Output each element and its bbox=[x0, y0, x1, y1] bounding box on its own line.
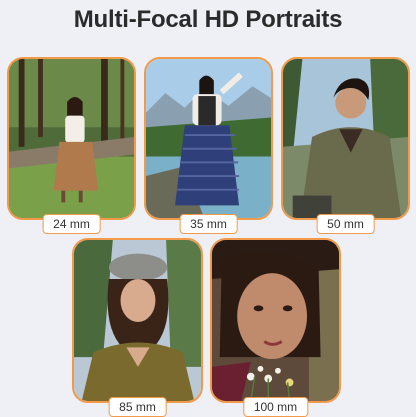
portrait-tile-35mm[interactable]: 35 mm bbox=[144, 57, 273, 234]
focal-length-label: 85 mm bbox=[108, 397, 167, 417]
focal-length-label: 50 mm bbox=[316, 214, 375, 234]
focal-length-label: 24 mm bbox=[42, 214, 101, 234]
focal-length-label: 35 mm bbox=[179, 214, 238, 234]
river-portrait-image bbox=[146, 59, 271, 218]
beret-portrait-image bbox=[74, 240, 201, 401]
portrait-tile-24mm[interactable]: 24 mm bbox=[7, 57, 136, 234]
closeup-portrait-image bbox=[212, 240, 339, 401]
focal-length-label: 100 mm bbox=[242, 397, 309, 417]
man-portrait-image bbox=[283, 59, 408, 218]
portrait-tile-85mm[interactable]: 85 mm bbox=[72, 238, 203, 417]
portrait-tile-100mm[interactable]: 100 mm bbox=[210, 238, 341, 417]
portrait-tile-50mm[interactable]: 50 mm bbox=[281, 57, 410, 234]
forest-portrait-image bbox=[9, 59, 134, 218]
page-title: Multi-Focal HD Portraits bbox=[73, 6, 343, 33]
